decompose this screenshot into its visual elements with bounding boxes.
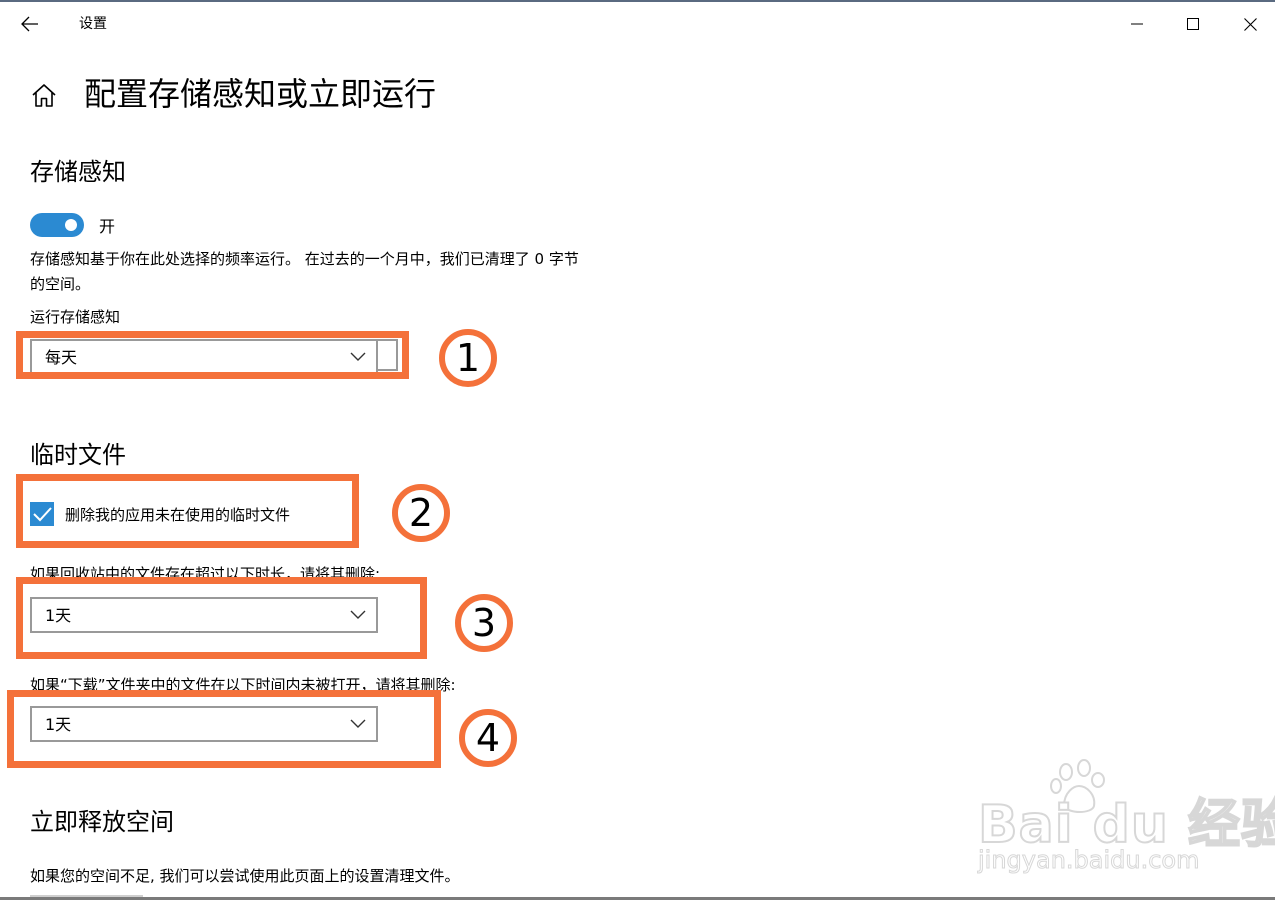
maximize-button[interactable] [1170, 6, 1216, 42]
toggle-state-label: 开 [99, 217, 116, 236]
free-space-heading: 立即释放空间 [30, 808, 174, 836]
annotation-number-3: 3 [455, 594, 513, 652]
storage-sense-heading: 存储感知 [30, 158, 126, 186]
app-title: 设置 [79, 16, 107, 32]
free-space-description: 如果您的空间不足, 我们可以尝试使用此页面上的设置清理文件。 [30, 867, 460, 885]
home-icon[interactable] [30, 82, 58, 110]
minimize-button[interactable] [1114, 6, 1160, 42]
toggle-knob [65, 219, 77, 231]
arrow-left-icon [21, 16, 38, 32]
highlight-box-3 [16, 577, 427, 659]
baidu-watermark: Bai du 经验 jingyan.baidu.com [977, 758, 1275, 878]
temp-files-heading: 临时文件 [30, 441, 126, 469]
storage-sense-toggle[interactable] [30, 213, 84, 237]
back-button[interactable] [10, 6, 50, 42]
highlight-box-1 [16, 331, 409, 379]
close-icon [1243, 17, 1257, 31]
close-button[interactable] [1227, 6, 1273, 42]
annotation-number-2: 2 [392, 484, 450, 542]
annotation-number-4: 4 [459, 709, 517, 767]
title-bar: 设置 [0, 2, 1275, 46]
annotation-number-1: 1 [439, 329, 497, 387]
run-storage-sense-label: 运行存储感知 [30, 308, 121, 326]
maximize-icon [1187, 18, 1199, 30]
highlight-box-2 [16, 474, 359, 548]
highlight-box-4 [7, 690, 441, 768]
page-title: 配置存储感知或立即运行 [84, 75, 437, 113]
watermark-url: jingyan.baidu.com [977, 846, 1200, 875]
storage-sense-description: 存储感知基于你在此处选择的频率运行。 在过去的一个月中，我们已清理了 0 字节 … [30, 250, 579, 293]
minimize-icon [1131, 23, 1143, 25]
